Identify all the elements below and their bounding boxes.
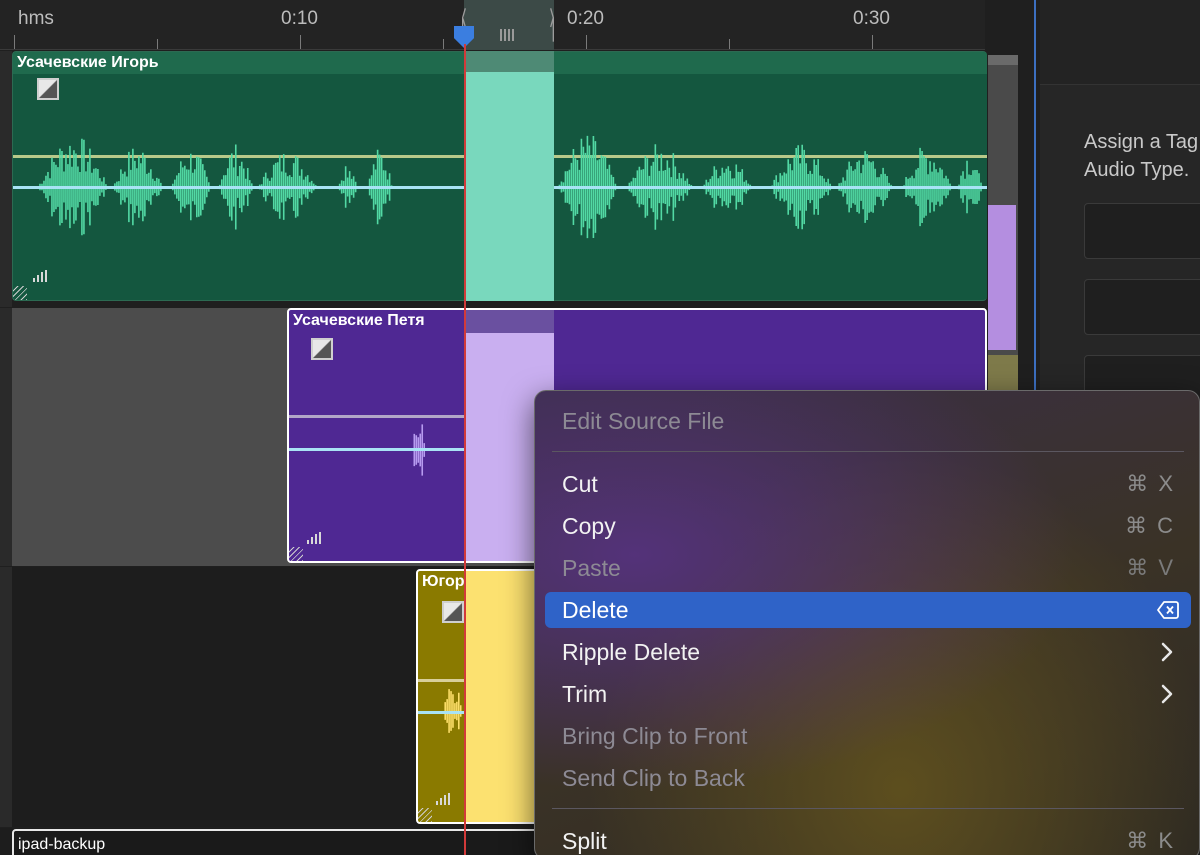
inspector-hint-line-1: Assign a Tag — [1084, 131, 1199, 153]
delete-key-icon — [1157, 601, 1179, 619]
time-selection-range[interactable] — [462, 0, 554, 50]
range-end-handle[interactable] — [550, 0, 554, 50]
menu-item-bring-clip-to-front[interactable]: Bring Clip to Front — [545, 718, 1191, 754]
levels-icon — [33, 270, 51, 282]
shortcut-label: ⌘ X — [1126, 471, 1175, 496]
scroller-segment — [988, 355, 1018, 395]
scroller-top-grip[interactable] — [988, 55, 1018, 65]
ruler-tick — [157, 39, 158, 49]
clip-corner-grip-icon[interactable] — [418, 808, 432, 822]
clip-corner-grip-icon[interactable] — [13, 286, 27, 300]
ruler-tick — [586, 35, 587, 49]
audio-clip[interactable]: ipad-backup — [12, 829, 572, 855]
inspector-hint-line-2: Audio Type. — [1084, 159, 1190, 181]
fade-handle-icon[interactable] — [37, 78, 59, 100]
menu-item-ripple-delete[interactable]: Ripple Delete — [545, 634, 1191, 670]
shortcut-label: ⌘ V — [1126, 555, 1175, 580]
track-header-edge — [0, 308, 12, 566]
track-header-edge — [0, 51, 12, 307]
menu-item-cut[interactable]: Cut ⌘ X — [545, 466, 1191, 502]
ruler-unit-label: hms — [18, 8, 54, 29]
ruler-mark-30s: 0:30 — [853, 8, 890, 29]
chevron-right-icon — [1161, 642, 1173, 662]
levels-icon — [436, 793, 454, 805]
menu-separator — [552, 808, 1184, 809]
clip-title: ipad-backup — [18, 836, 106, 853]
menu-item-paste[interactable]: Paste ⌘ V — [545, 550, 1191, 586]
menu-item-trim[interactable]: Trim — [545, 676, 1191, 712]
scroller-thumb[interactable] — [988, 205, 1016, 350]
track-header-edge — [0, 567, 12, 827]
levels-icon — [307, 532, 325, 544]
fade-handle-icon[interactable] — [442, 601, 464, 623]
inspector-header — [1040, 0, 1200, 85]
audio-type-button[interactable] — [1084, 203, 1200, 259]
ruler-mark-10s: 0:10 — [281, 8, 318, 29]
fade-handle-icon[interactable] — [311, 338, 333, 360]
shortcut-label: ⌘ C — [1125, 513, 1175, 538]
clip-title: Усачевские Петя — [293, 312, 425, 329]
menu-item-edit-source-file[interactable]: Edit Source File — [545, 403, 1191, 439]
ruler-mark-20s: 0:20 — [567, 8, 604, 29]
menu-item-copy[interactable]: Copy ⌘ C — [545, 508, 1191, 544]
audio-type-button[interactable] — [1084, 279, 1200, 335]
menu-item-send-clip-to-back[interactable]: Send Clip to Back — [545, 760, 1191, 796]
playhead-line[interactable] — [464, 44, 466, 855]
selection-overlay — [466, 72, 554, 301]
chevron-right-icon — [1161, 684, 1173, 704]
clip-title: Усачевские Игорь — [17, 54, 159, 71]
clip-context-menu[interactable]: Edit Source File Cut ⌘ X Copy ⌘ C Paste … — [534, 390, 1200, 855]
selection-overlay-header — [466, 310, 554, 333]
menu-item-delete[interactable]: Delete — [545, 592, 1191, 628]
ruler-tick — [729, 39, 730, 49]
inspector-hint-text: Assign a Tag Audio Type. — [1084, 128, 1198, 184]
shortcut-label: ⌘ K — [1126, 828, 1175, 853]
ruler-tick — [443, 39, 444, 49]
menu-item-split[interactable]: Split ⌘ K — [545, 823, 1191, 855]
ruler-tick — [300, 35, 301, 49]
ruler-tick — [14, 35, 15, 49]
ruler-tick — [872, 35, 873, 49]
menu-separator — [552, 451, 1184, 452]
clip-corner-grip-icon[interactable] — [289, 547, 303, 561]
selection-overlay-header — [466, 51, 554, 72]
range-grip-icon[interactable] — [500, 29, 514, 41]
